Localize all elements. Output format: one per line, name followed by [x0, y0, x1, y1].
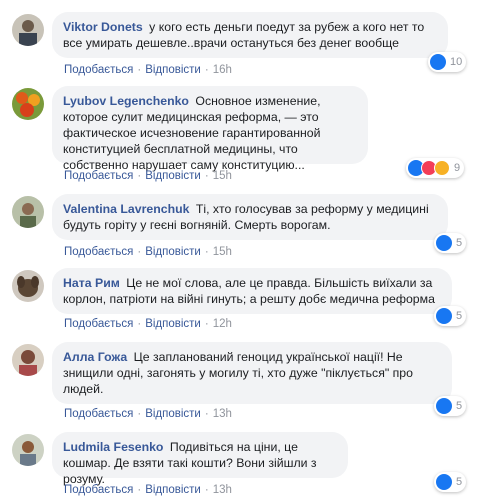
separator-dot: ·	[204, 408, 209, 420]
reaction-count: 5	[456, 310, 463, 322]
avatar[interactable]	[12, 270, 44, 302]
avatar-photo-icon	[12, 344, 44, 376]
comment-bubble: Viktor Donets у кого есть деньги поедут …	[52, 12, 448, 58]
reply-button[interactable]: Відповісти	[145, 408, 201, 420]
comment-actions: Подобається · Відповісти · 12h	[64, 318, 232, 330]
avatar[interactable]	[12, 434, 44, 466]
avatar-flowers-icon	[12, 88, 44, 120]
comment-bubble: Ludmila Fesenko Подивіться на ціни, це к…	[52, 432, 348, 486]
comment-actions: Подобається · Відповісти · 13h	[64, 408, 232, 420]
reply-button[interactable]: Відповісти	[145, 246, 201, 258]
comment-time[interactable]: 13h	[213, 484, 232, 496]
comment-author[interactable]: Lyubov Legenchenko	[63, 94, 189, 108]
comment-author[interactable]: Ludmila Fesenko	[63, 440, 163, 454]
separator-dot: ·	[137, 246, 142, 258]
reaction-count: 10	[450, 56, 463, 68]
avatar-dog-icon	[12, 270, 44, 302]
separator-dot: ·	[204, 246, 209, 258]
avatar[interactable]	[12, 196, 44, 228]
reaction-summary[interactable]: 5	[434, 396, 467, 416]
separator-dot: ·	[204, 484, 209, 496]
reaction-summary[interactable]: 9	[406, 158, 465, 178]
separator-dot: ·	[137, 64, 142, 76]
comment-bubble: Lyubov Legenchenko Основное изменение, к…	[52, 86, 368, 172]
sad-icon	[434, 160, 450, 176]
separator-dot: ·	[137, 484, 142, 496]
comment-author[interactable]: Valentina Lavrenchuk	[63, 202, 189, 216]
reaction-count: 5	[456, 476, 463, 488]
separator-dot: ·	[137, 318, 142, 330]
avatar-photo-icon	[12, 434, 44, 466]
comment-author[interactable]: Viktor Donets	[63, 20, 143, 34]
like-button[interactable]: Подобається	[64, 246, 133, 258]
like-button[interactable]: Подобається	[64, 64, 133, 76]
separator-dot: ·	[204, 318, 209, 330]
like-icon	[430, 54, 446, 70]
reply-button[interactable]: Відповісти	[145, 170, 201, 182]
comment-actions: Подобається · Відповісти · 15h	[64, 170, 232, 182]
reaction-count: 5	[456, 400, 463, 412]
separator-dot: ·	[137, 170, 142, 182]
like-button[interactable]: Подобається	[64, 318, 133, 330]
avatar[interactable]	[12, 88, 44, 120]
comment-time[interactable]: 12h	[213, 318, 232, 330]
reply-button[interactable]: Відповісти	[145, 64, 201, 76]
comment-time[interactable]: 16h	[213, 64, 232, 76]
reaction-summary[interactable]: 5	[434, 306, 467, 326]
reply-button[interactable]: Відповісти	[145, 484, 201, 496]
like-icon	[436, 308, 452, 324]
reaction-summary[interactable]: 5	[434, 233, 467, 253]
like-icon	[436, 474, 452, 490]
like-icon	[436, 235, 452, 251]
comment-bubble: Valentina Lavrenchuk Ті, хто голосував з…	[52, 194, 448, 240]
reply-button[interactable]: Відповісти	[145, 318, 201, 330]
comment-bubble: Ната Рим Це не мої слова, але це правда.…	[52, 268, 452, 314]
avatar-photo-icon	[12, 14, 44, 46]
avatar-photo-icon	[12, 196, 44, 228]
like-button[interactable]: Подобається	[64, 484, 133, 496]
avatar[interactable]	[12, 14, 44, 46]
comment-actions: Подобається · Відповісти · 13h	[64, 484, 232, 496]
comment-author[interactable]: Ната Рим	[63, 276, 120, 290]
reaction-summary[interactable]: 10	[428, 52, 467, 72]
comment-bubble: Алла Гожа Це запланований геноцид україн…	[52, 342, 452, 404]
like-button[interactable]: Подобається	[64, 170, 133, 182]
reaction-count: 9	[454, 162, 461, 174]
comment-actions: Подобається · Відповісти · 16h	[64, 64, 232, 76]
separator-dot: ·	[204, 170, 209, 182]
like-button[interactable]: Подобається	[64, 408, 133, 420]
avatar[interactable]	[12, 344, 44, 376]
reaction-count: 5	[456, 237, 463, 249]
separator-dot: ·	[204, 64, 209, 76]
reaction-summary[interactable]: 5	[434, 472, 467, 492]
like-icon	[436, 398, 452, 414]
comment-time[interactable]: 15h	[213, 246, 232, 258]
comment-time[interactable]: 15h	[213, 170, 232, 182]
comment-time[interactable]: 13h	[213, 408, 232, 420]
comment-author[interactable]: Алла Гожа	[63, 350, 127, 364]
separator-dot: ·	[137, 408, 142, 420]
comment-actions: Подобається · Відповісти · 15h	[64, 246, 232, 258]
